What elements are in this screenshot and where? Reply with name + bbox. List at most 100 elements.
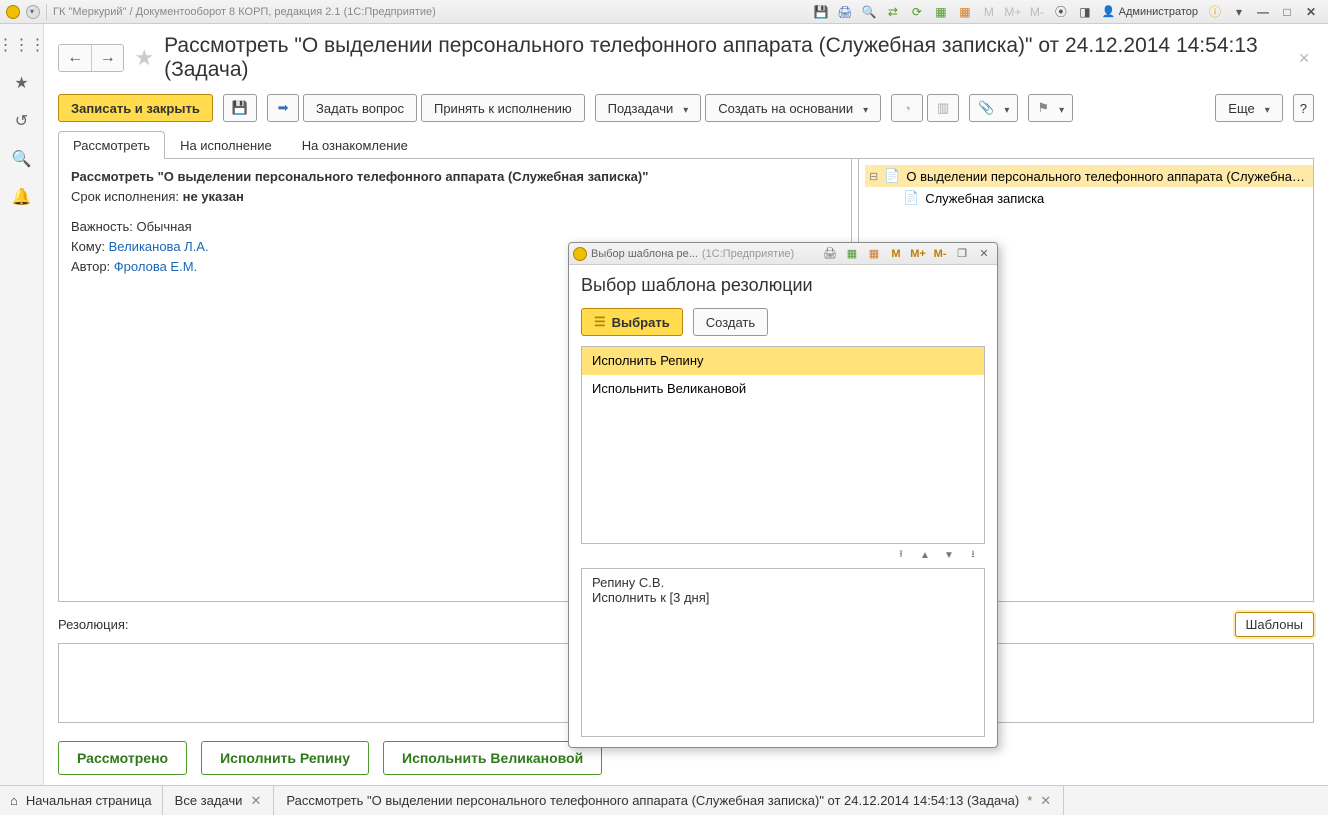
user-name: Администратор bbox=[1119, 6, 1198, 18]
home-tab[interactable]: ⌂ Начальная страница bbox=[0, 786, 163, 815]
template-picker-dialog: Выбор шаблона ре... (1С:Предприятие) 🖨 ▦… bbox=[568, 242, 998, 748]
current-tab[interactable]: Рассмотреть "О выделении персонального т… bbox=[274, 786, 1064, 815]
sections-icon[interactable]: ⋮⋮⋮ bbox=[11, 34, 33, 56]
tab-acquaint[interactable]: На ознакомление bbox=[287, 131, 423, 159]
close-tab-icon[interactable]: ✕ bbox=[1040, 793, 1051, 809]
dialog-mplus-icon[interactable]: M+ bbox=[909, 245, 927, 263]
forward-button[interactable]: ➡ bbox=[267, 94, 299, 122]
dialog-m-icon[interactable]: M bbox=[887, 245, 905, 263]
dialog-close-icon[interactable]: ✕ bbox=[975, 245, 993, 263]
template-item[interactable]: Исполнить Репину bbox=[582, 347, 984, 375]
info-icon[interactable]: ⓘ bbox=[1204, 2, 1226, 22]
author-link[interactable]: Фролова Е.М. bbox=[114, 259, 197, 274]
save-icon[interactable]: 💾 bbox=[810, 2, 832, 22]
close-tab-icon[interactable]: ✕ bbox=[250, 793, 261, 809]
choose-icon: ☰ bbox=[594, 314, 606, 330]
calendar31-icon[interactable]: ▦ bbox=[954, 2, 976, 22]
author-label: Автор: bbox=[71, 259, 110, 274]
preview-icon[interactable]: 🔍 bbox=[858, 2, 880, 22]
app-dropdown-icon[interactable] bbox=[26, 5, 40, 19]
more-dropdown[interactable]: Еще bbox=[1215, 94, 1282, 122]
tab-execute[interactable]: На исполнение bbox=[165, 131, 287, 159]
dialog-choose-button[interactable]: ☰ Выбрать bbox=[581, 308, 683, 336]
dialog-mminus-icon[interactable]: M- bbox=[931, 245, 949, 263]
dialog-restore-icon[interactable]: ❐ bbox=[953, 245, 971, 263]
nav-back-button[interactable]: ← bbox=[59, 45, 91, 71]
exec-repinu-button[interactable]: Исполнить Репину bbox=[201, 741, 369, 775]
flag-icon: ⚑ bbox=[1037, 100, 1049, 116]
template-list[interactable]: Исполнить Репину Испольнить Великановой bbox=[581, 346, 985, 544]
left-rail: ⋮⋮⋮ ★ ↺ 🔍 🔔 bbox=[0, 24, 44, 785]
main-area: ← → ★ Рассмотреть "О выделении персональ… bbox=[44, 24, 1328, 785]
dialog-grid-icon[interactable]: ▦ bbox=[843, 245, 861, 263]
app-title: ГК "Меркурий" / Документооборот 8 КОРП, … bbox=[53, 6, 436, 18]
dialog-create-button[interactable]: Создать bbox=[693, 308, 768, 336]
all-tasks-tab[interactable]: Все задачи ✕ bbox=[163, 786, 275, 815]
create-based-dropdown[interactable]: Создать на основании bbox=[705, 94, 881, 122]
tree-collapse-icon[interactable]: ⊟ bbox=[869, 170, 878, 183]
dialog-print-icon[interactable]: 🖨 bbox=[821, 245, 839, 263]
document-icon: 📄 bbox=[884, 168, 900, 184]
tree-root-row[interactable]: ⊟ 📄 О выделении персонального телефонног… bbox=[865, 165, 1313, 187]
all-tasks-label: Все задачи bbox=[175, 793, 243, 808]
tree-child-row[interactable]: 📄 Служебная записка bbox=[865, 187, 1313, 209]
templates-button[interactable]: Шаблоны bbox=[1235, 612, 1315, 637]
deadline-value: не указан bbox=[183, 189, 244, 204]
list-bottom-icon[interactable]: ⭳ bbox=[961, 546, 985, 564]
search-icon[interactable]: 🔍 bbox=[11, 148, 33, 170]
subtasks-dropdown[interactable]: Подзадачи bbox=[595, 94, 702, 122]
to-link[interactable]: Великанова Л.А. bbox=[109, 239, 209, 254]
refresh-icon[interactable]: ⟳ bbox=[906, 2, 928, 22]
user-label[interactable]: 👤 Администратор bbox=[1098, 5, 1202, 18]
close-window-icon[interactable]: ✕ bbox=[1300, 2, 1322, 22]
zoom-icon[interactable]: ⦿ bbox=[1050, 2, 1072, 22]
history-icon[interactable]: ↺ bbox=[11, 110, 33, 132]
time-report-button[interactable]: ◔ bbox=[891, 94, 923, 122]
attach-dropdown[interactable]: 📎 bbox=[969, 94, 1018, 122]
subtasks-label: Подзадачи bbox=[608, 101, 674, 116]
resolution-label: Резолюция: bbox=[58, 617, 129, 632]
print-icon[interactable]: 🖨 bbox=[834, 2, 856, 22]
disk-icon: 💾 bbox=[232, 100, 248, 116]
home-icon: ⌂ bbox=[10, 793, 18, 808]
compare-icon[interactable]: ⇄ bbox=[882, 2, 904, 22]
info-drop-icon[interactable]: ▾ bbox=[1228, 2, 1250, 22]
template-item[interactable]: Испольнить Великановой bbox=[582, 375, 984, 403]
importance-label: Важность: bbox=[71, 219, 133, 234]
list-top-icon[interactable]: ⭱ bbox=[889, 546, 913, 564]
current-tab-label: Рассмотреть "О выделении персонального т… bbox=[286, 793, 1019, 808]
favorites-icon[interactable]: ★ bbox=[11, 72, 33, 94]
list-up-icon[interactable]: ▲ bbox=[913, 546, 937, 564]
tree-root-label: О выделении персонального телефонного ап… bbox=[906, 169, 1309, 184]
help-button[interactable]: ? bbox=[1293, 94, 1314, 122]
list-down-icon[interactable]: ▼ bbox=[937, 546, 961, 564]
nav-forward-button[interactable]: → bbox=[91, 45, 123, 71]
tree-child-label: Служебная записка bbox=[925, 191, 1044, 206]
calendar-icon[interactable]: ▦ bbox=[930, 2, 952, 22]
nav-back-forward: ← → bbox=[58, 44, 124, 72]
to-label: Кому: bbox=[71, 239, 105, 254]
close-page-icon[interactable]: ✕ bbox=[1294, 50, 1314, 67]
chart-button[interactable]: ▥ bbox=[927, 94, 959, 122]
template-preview: Репину С.В. Исполнить к [3 дня] bbox=[581, 568, 985, 737]
page-title: Рассмотреть "О выделении персонального т… bbox=[164, 34, 1284, 82]
dialog-titlebar: Выбор шаблона ре... (1С:Предприятие) 🖨 ▦… bbox=[569, 243, 997, 265]
accept-exec-button[interactable]: Принять к исполнению bbox=[421, 94, 585, 122]
panels-icon[interactable]: ◨ bbox=[1074, 2, 1096, 22]
flag-dropdown[interactable]: ⚑ bbox=[1028, 94, 1073, 122]
window-tabs: ⌂ Начальная страница Все задачи ✕ Рассмо… bbox=[0, 785, 1328, 815]
favorite-star-icon[interactable]: ★ bbox=[134, 45, 154, 71]
notifications-icon[interactable]: 🔔 bbox=[11, 186, 33, 208]
save-and-close-button[interactable]: Записать и закрыть bbox=[58, 94, 213, 122]
dialog-heading: Выбор шаблона резолюции bbox=[581, 275, 985, 296]
ask-question-button[interactable]: Задать вопрос bbox=[303, 94, 417, 122]
dialog-choose-label: Выбрать bbox=[612, 315, 670, 330]
tab-review[interactable]: Рассмотреть bbox=[58, 131, 165, 159]
m-minus-icon: M- bbox=[1026, 2, 1048, 22]
reviewed-button[interactable]: Рассмотрено bbox=[58, 741, 187, 775]
dialog-cal-icon[interactable]: ▦ bbox=[865, 245, 883, 263]
save-button[interactable]: 💾 bbox=[223, 94, 257, 122]
minimize-icon[interactable]: — bbox=[1252, 2, 1274, 22]
maximize-icon[interactable]: □ bbox=[1276, 2, 1298, 22]
dirty-indicator-icon: * bbox=[1027, 793, 1032, 808]
